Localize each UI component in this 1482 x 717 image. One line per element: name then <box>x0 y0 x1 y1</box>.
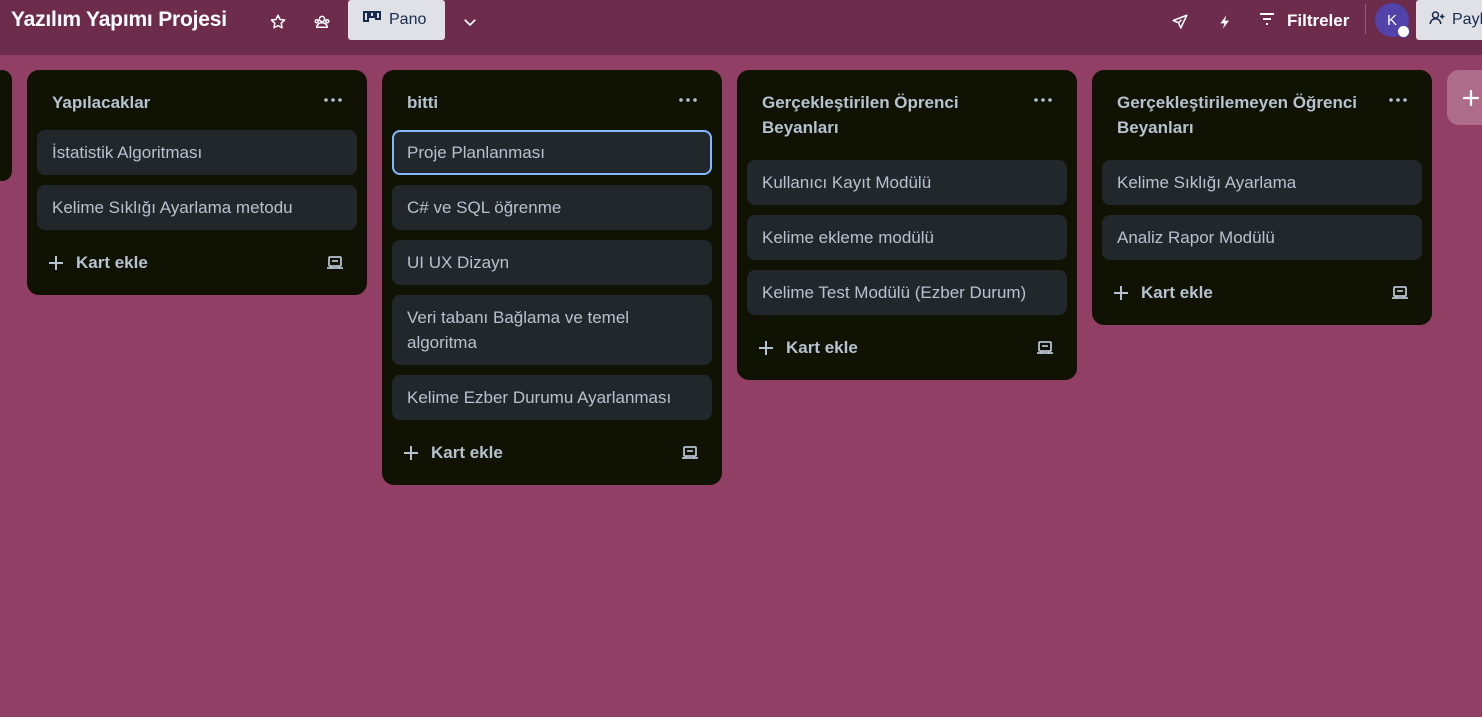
share-label: Paylaş <box>1452 11 1482 28</box>
plus-icon <box>1114 285 1128 300</box>
team-visibility-icon[interactable] <box>310 10 334 34</box>
list-title[interactable]: Gerçekleştirilemeyen Öğrenci Beyanları <box>1117 93 1357 137</box>
add-card-button[interactable]: Kart ekle <box>48 253 148 273</box>
add-card-button[interactable]: Kart ekle <box>403 443 503 463</box>
card[interactable]: Analiz Rapor Modülü <box>1102 215 1422 260</box>
rocket-icon[interactable] <box>1168 10 1192 34</box>
add-list-button[interactable] <box>1447 70 1482 125</box>
list-title[interactable]: Yapılacaklar <box>52 93 150 112</box>
chevron-down-icon[interactable] <box>458 10 482 34</box>
filter-icon <box>1258 11 1287 32</box>
share-button[interactable]: Paylaş <box>1416 0 1482 40</box>
add-card-button[interactable]: Kart ekle <box>1113 283 1213 303</box>
card[interactable]: Kelime Test Modülü (Ezber Durum) <box>747 270 1067 315</box>
card-template-icon[interactable] <box>1035 338 1055 358</box>
add-card-label: Kart ekle <box>76 252 148 272</box>
list-title[interactable]: Gerçekleştirilen Öprenci Beyanları <box>762 93 959 137</box>
add-card-label: Kart ekle <box>786 337 858 357</box>
add-card-button[interactable]: Kart ekle <box>758 338 858 358</box>
card-template-icon[interactable] <box>1390 283 1410 303</box>
list-bitti: bitti Proje Planlanması C# ve SQL öğrenm… <box>382 70 722 485</box>
card[interactable]: Kelime Ezber Durumu Ayarlanması <box>392 375 712 420</box>
card[interactable]: Kelime Sıklığı Ayarlama <box>1102 160 1422 205</box>
plus-icon <box>1463 89 1479 106</box>
star-icon[interactable] <box>266 10 290 34</box>
plus-icon <box>49 255 63 270</box>
board-header: Yazılım Yapımı Projesi Pano Filtreler K … <box>0 0 1482 55</box>
list-yapilacaklar: Yapılacaklar İstatistik Algoritması Keli… <box>27 70 367 295</box>
plus-icon <box>404 445 418 460</box>
card[interactable]: İstatistik Algoritması <box>37 130 357 175</box>
avatar-initial: K <box>1386 11 1397 29</box>
card[interactable]: Proje Planlanması <box>392 130 712 175</box>
more-icon[interactable] <box>321 88 345 112</box>
card[interactable]: Kelime Sıklığı Ayarlama metodu <box>37 185 357 230</box>
card[interactable]: Kelime ekleme modülü <box>747 215 1067 260</box>
card[interactable]: UI UX Dizayn <box>392 240 712 285</box>
list-gerceklestirilen: Gerçekleştirilen Öprenci Beyanları Kulla… <box>737 70 1077 380</box>
list-gerceklestirilemeyen: Gerçekleştirilemeyen Öğrenci Beyanları K… <box>1092 70 1432 325</box>
card-template-icon[interactable] <box>325 253 345 273</box>
board-view-button[interactable]: Pano <box>348 0 445 40</box>
add-person-icon <box>1428 9 1452 32</box>
header-divider <box>1365 4 1366 34</box>
card[interactable]: Veri tabanı Bağlama ve temel algoritma <box>392 295 712 365</box>
filter-button[interactable]: Filtreler <box>1258 8 1349 34</box>
list-title[interactable]: bitti <box>407 93 438 112</box>
card[interactable]: C# ve SQL öğrenme <box>392 185 712 230</box>
card[interactable]: Kullanıcı Kayıt Modülü <box>747 160 1067 205</box>
board-icon <box>363 10 389 30</box>
plus-icon <box>759 340 773 355</box>
add-card-label: Kart ekle <box>1141 282 1213 302</box>
card-template-icon[interactable] <box>680 443 700 463</box>
add-card-label: Kart ekle <box>431 442 503 462</box>
list-partial <box>0 70 12 181</box>
avatar[interactable]: K <box>1375 3 1410 38</box>
view-label: Pano <box>389 11 427 28</box>
more-icon[interactable] <box>1031 88 1055 112</box>
more-icon[interactable] <box>1386 88 1410 112</box>
more-icon[interactable] <box>676 88 700 112</box>
filter-label: Filtreler <box>1287 11 1350 30</box>
lightning-icon[interactable] <box>1213 10 1237 34</box>
admin-badge-icon <box>1397 25 1410 38</box>
board-title[interactable]: Yazılım Yapımı Projesi <box>11 8 227 32</box>
